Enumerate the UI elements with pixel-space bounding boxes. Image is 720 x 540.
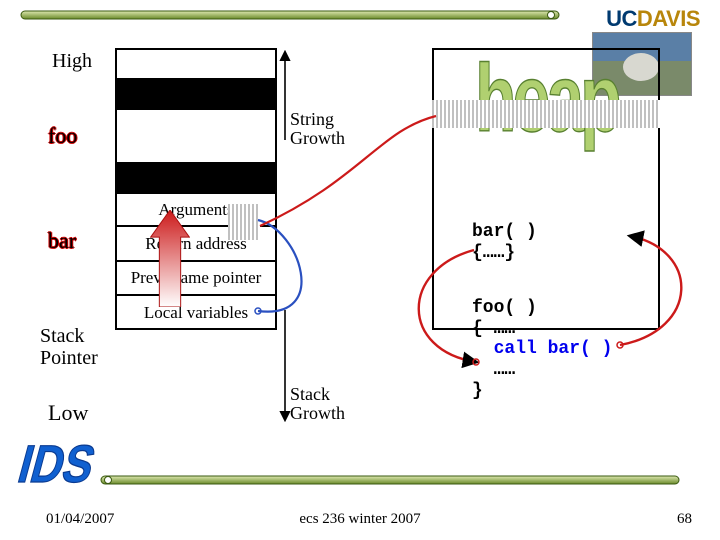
logo-davis: DAVIS: [637, 6, 700, 31]
label-stack-pointer: Stack Pointer: [40, 325, 98, 369]
heap-wordart: heap: [475, 44, 618, 153]
label-stack-growth: Stack Growth: [290, 385, 345, 423]
label-high: High: [52, 50, 92, 73]
ucdavis-logo: UCDAVIS: [606, 6, 700, 32]
stack-cell-foo-frame: [117, 110, 275, 164]
stack-diagram: Arguments Return address Prev. frame poi…: [115, 48, 277, 330]
overflow-hatch-heap: [432, 100, 660, 128]
overflow-hatch-stack: [228, 204, 260, 240]
footer-page-number: 68: [677, 511, 692, 528]
footer-course: ecs 236 winter 2007: [0, 511, 720, 528]
stack-cell-prev-fp: Prev. frame pointer: [117, 262, 275, 296]
ids-wordart: IDS: [12, 435, 101, 495]
label-string-growth: String Growth: [290, 110, 345, 148]
code-foo-l2: { ……: [472, 319, 612, 340]
code-foo-l1: foo( ): [472, 298, 612, 319]
code-bar: bar( ) {……}: [472, 222, 537, 263]
stack-cell-divider-1: [117, 80, 275, 110]
code-foo-l4: ……: [472, 360, 612, 381]
code-foo-call: call bar( ): [472, 339, 612, 360]
bottom-rule: [100, 475, 680, 485]
label-low: Low: [48, 400, 88, 426]
stack-cell-local-vars: Local variables: [117, 296, 275, 330]
code-foo-l5: }: [472, 381, 612, 402]
stack-cell-empty-top: [117, 50, 275, 80]
label-foo: foo: [48, 123, 77, 149]
slide: UCDAVIS High foo bar Stack Pointer Low A…: [0, 0, 720, 540]
string-growth-arrow-icon: [150, 210, 190, 307]
stack-cell-divider-2: [117, 164, 275, 194]
label-bar: bar: [48, 228, 76, 254]
top-rule: [20, 10, 560, 20]
code-foo: foo( ) { …… call bar( ) …… }: [472, 298, 612, 401]
logo-uc: UC: [606, 6, 637, 31]
